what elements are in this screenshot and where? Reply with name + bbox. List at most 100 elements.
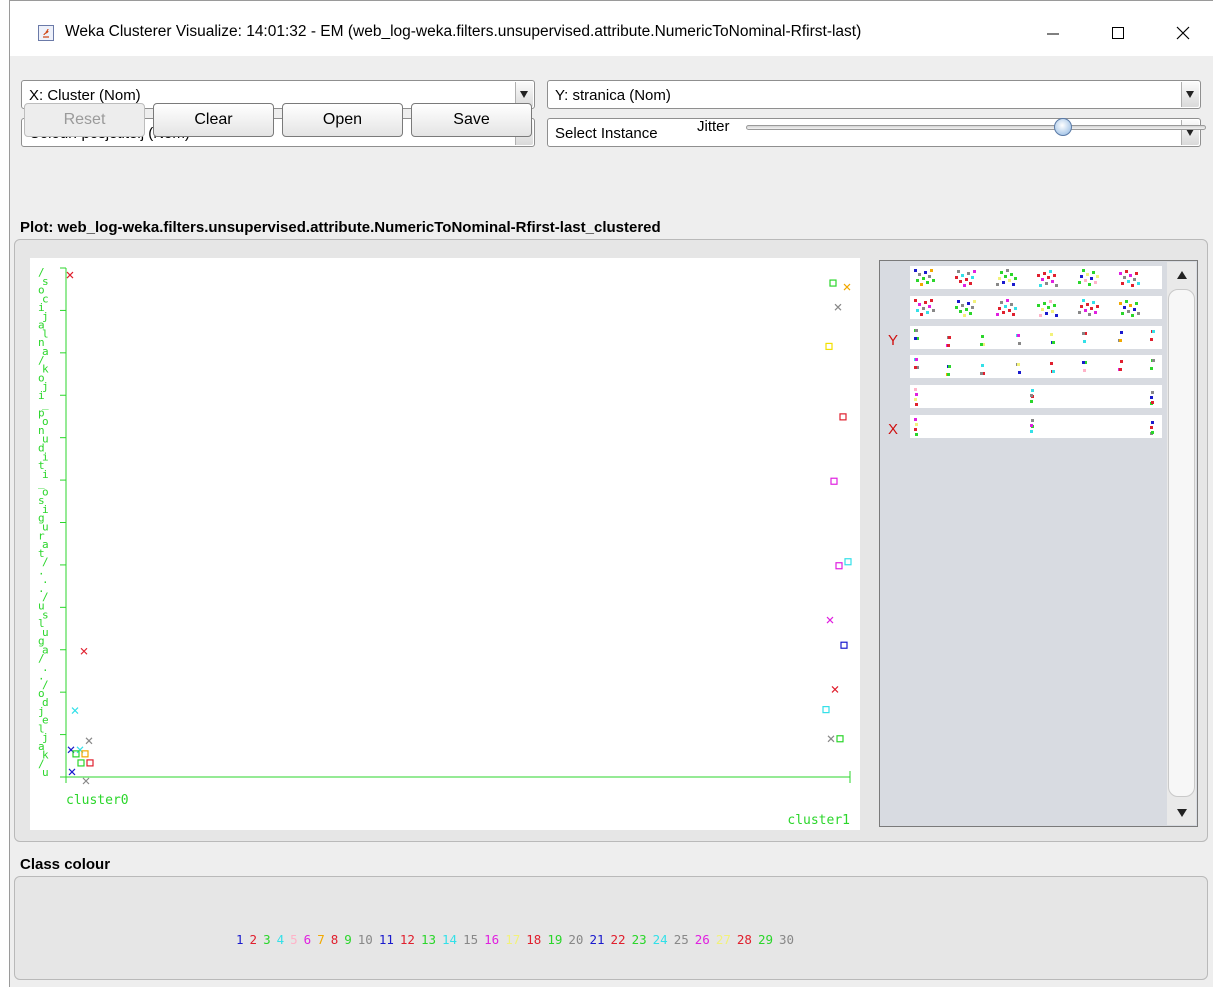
class-colour-item: 2 [249, 932, 258, 947]
strip-dot [1082, 361, 1085, 364]
class-colour-item: 1 [236, 932, 244, 947]
data-point[interactable] [71, 707, 79, 715]
strip-dot [1050, 333, 1053, 336]
scroll-down-button[interactable] [1167, 800, 1196, 826]
attribute-strip[interactable] [910, 355, 1162, 378]
strip-dot [1043, 302, 1046, 305]
y-axis-label-char: u [42, 766, 49, 779]
strip-dot [1096, 275, 1099, 278]
scroll-up-button[interactable] [1167, 262, 1196, 288]
attribute-strip[interactable] [910, 385, 1162, 408]
scrollbar-thumb[interactable] [1168, 289, 1195, 797]
strip-dot [1151, 401, 1154, 404]
data-point[interactable] [829, 279, 837, 287]
data-point[interactable] [822, 706, 830, 714]
strip-dot [1119, 339, 1122, 342]
close-button[interactable] [1160, 11, 1206, 55]
strip-dot [1119, 368, 1122, 371]
attribute-strip[interactable] [910, 326, 1162, 349]
data-point[interactable] [834, 303, 842, 311]
strip-dot [1133, 308, 1136, 311]
data-point[interactable] [85, 737, 93, 745]
data-point[interactable] [68, 768, 76, 776]
strip-dot [1151, 391, 1154, 394]
strip-dot [1094, 311, 1097, 314]
strip-dot [914, 366, 917, 369]
class-colour-item: 6 [303, 932, 312, 947]
data-point[interactable] [831, 686, 839, 693]
data-point[interactable] [836, 735, 844, 743]
strip-dot [926, 311, 929, 314]
reset-button[interactable]: Reset [24, 103, 145, 137]
data-point[interactable] [66, 271, 74, 279]
strip-dot [1012, 283, 1015, 286]
arrow-down-icon [1176, 809, 1187, 817]
strip-dot [1119, 272, 1122, 275]
strip-dot [965, 278, 968, 281]
strip-dot [973, 270, 976, 273]
data-point[interactable] [844, 558, 852, 566]
strip-dot [996, 283, 999, 286]
strip-dot [1151, 431, 1154, 434]
open-button[interactable]: Open [282, 103, 403, 137]
chevron-down-icon[interactable] [1181, 82, 1199, 107]
strip-dot [1137, 312, 1140, 315]
strip-dot [1052, 370, 1055, 373]
strip-dot [1150, 338, 1153, 341]
strip-dot [914, 398, 917, 401]
save-button[interactable]: Save [411, 103, 532, 137]
select-instance-select[interactable]: Select Instance [547, 118, 1201, 147]
data-point[interactable] [81, 750, 89, 758]
strip-dot [1006, 269, 1009, 272]
class-colour-item: 14 [442, 932, 458, 947]
data-point[interactable] [77, 759, 85, 767]
data-point[interactable] [827, 735, 835, 743]
strip-dot [1080, 275, 1083, 278]
strip-dot [920, 313, 923, 316]
strip-dot [932, 309, 935, 312]
data-point[interactable] [830, 477, 838, 485]
clear-button[interactable]: Clear [153, 103, 274, 137]
attribute-strip[interactable] [910, 296, 1162, 319]
strip-dot [1131, 284, 1134, 287]
strip-dot [1018, 342, 1021, 345]
jitter-slider[interactable] [746, 125, 1206, 130]
scatter-plot[interactable]: cluster0 cluster1 /s o c i j a l n a / k o j i _ p o n u d i… [30, 258, 860, 830]
strip-dot [1041, 278, 1044, 281]
data-point[interactable] [86, 759, 94, 767]
class-colour-item: 30 [779, 932, 795, 947]
y-attribute-select[interactable]: Y: stranica (Nom) [547, 80, 1201, 109]
maximize-button[interactable] [1095, 11, 1141, 55]
class-colour-item: 10 [357, 932, 373, 947]
strip-dot [1096, 305, 1099, 308]
x-tick-label-cluster0: cluster0 [66, 793, 129, 808]
strip-dot [1000, 271, 1003, 274]
strip-dot [924, 271, 927, 274]
strip-dot [1133, 278, 1136, 281]
attribute-strip[interactable] [910, 266, 1162, 289]
strip-dot [1090, 277, 1093, 280]
data-point[interactable] [835, 562, 843, 570]
chevron-down-icon[interactable] [1181, 120, 1199, 145]
strip-dot [1017, 363, 1020, 366]
strip-dot [1010, 273, 1013, 276]
jitter-slider-thumb[interactable] [1054, 118, 1072, 136]
data-point[interactable] [82, 777, 90, 785]
data-point[interactable] [843, 283, 851, 291]
attribute-strip[interactable] [910, 415, 1162, 438]
strip-dot [930, 269, 933, 272]
class-colour-item: 27 [715, 932, 731, 947]
strip-dot [959, 280, 962, 283]
data-point[interactable] [826, 616, 834, 624]
strip-dot [1045, 282, 1048, 285]
data-point[interactable] [80, 647, 88, 655]
data-point[interactable] [825, 342, 833, 351]
strip-dot [1000, 301, 1003, 304]
minimize-button[interactable] [1030, 11, 1076, 55]
strip-dot [971, 306, 974, 309]
strip-dot [1094, 281, 1097, 284]
data-point[interactable] [840, 641, 848, 649]
title-bar[interactable]: Weka Clusterer Visualize: 14:01:32 - EM … [10, 1, 1213, 56]
data-point[interactable] [839, 413, 847, 421]
y-axis-ticks [60, 267, 66, 778]
